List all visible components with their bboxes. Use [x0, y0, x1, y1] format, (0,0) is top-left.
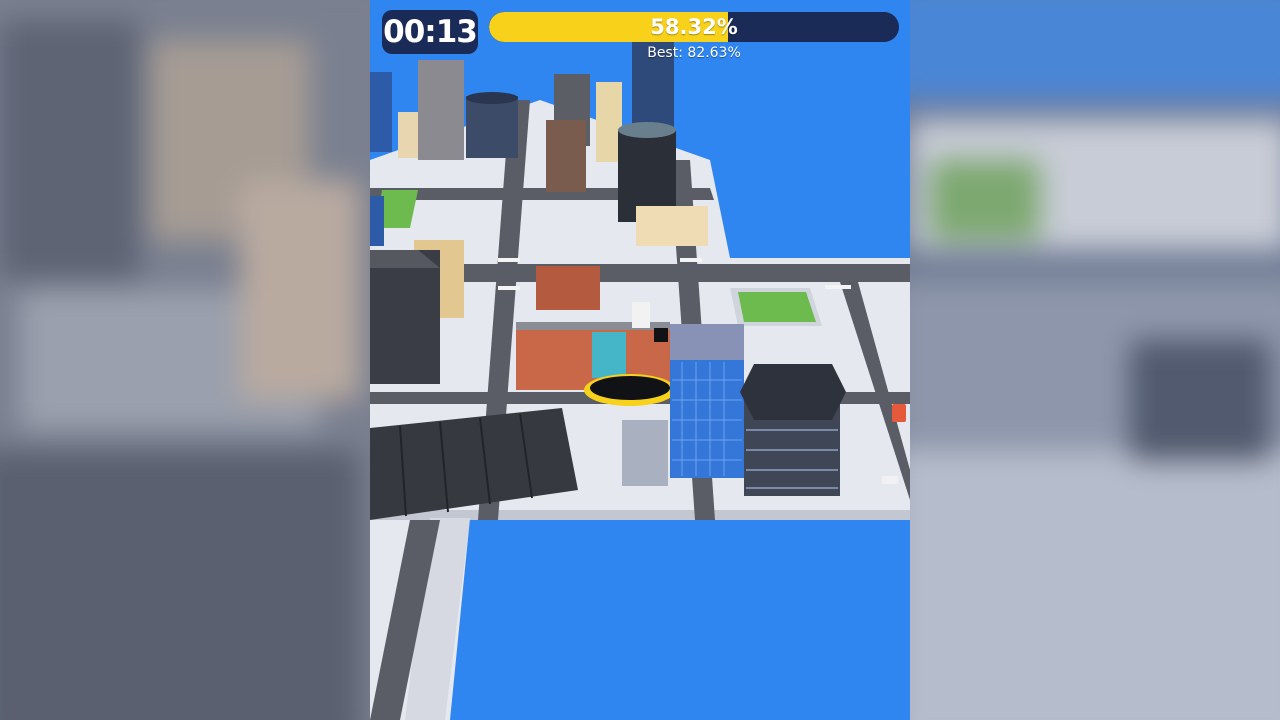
- blurred-background-left: [0, 0, 370, 720]
- blurred-background-right: [910, 0, 1280, 720]
- timer: 00:13: [382, 10, 478, 54]
- best-score: Best: 82.63%: [647, 45, 741, 61]
- city-scene: [370, 0, 910, 720]
- car: [882, 476, 898, 484]
- game-viewport[interactable]: 00:13 58.32% Best: 82.63%: [370, 0, 910, 720]
- round-tower: [740, 364, 846, 496]
- progress-percent: 58.32%: [650, 15, 738, 39]
- progress-bar: 58.32%: [489, 12, 899, 42]
- fading-building: [622, 420, 668, 486]
- car: [892, 404, 906, 422]
- glass-tower: [670, 324, 744, 478]
